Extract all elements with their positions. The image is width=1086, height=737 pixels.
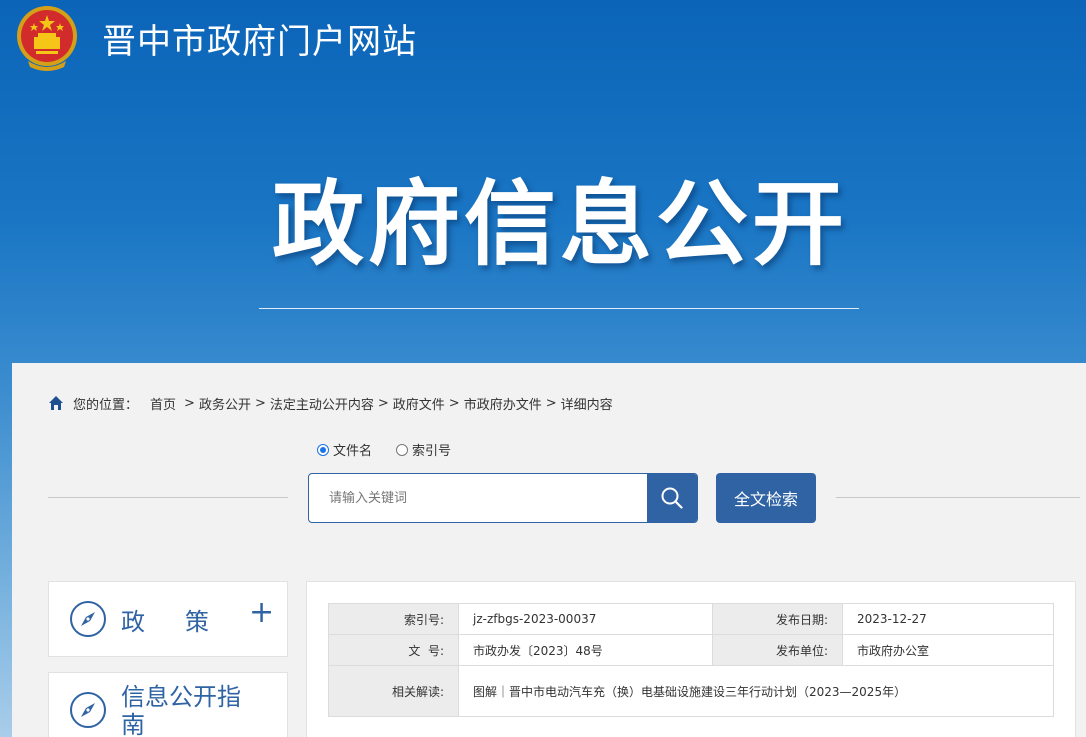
date-value: 2023-12-27 — [842, 603, 1054, 635]
search-type-radios: 文件名 索引号 — [317, 440, 475, 459]
breadcrumb-item-gov-docs[interactable]: 政府文件 — [393, 394, 445, 413]
breadcrumb-separator: > — [448, 395, 460, 411]
sidebar-item-label: 政策 — [121, 608, 249, 636]
date-label: 发布日期: — [712, 603, 843, 635]
unit-label: 发布单位: — [712, 634, 843, 666]
hero-divider — [259, 308, 859, 309]
table-row: 索引号: jz-zfbgs-2023-00037 发布日期: 2023-12-2… — [328, 603, 1054, 635]
fulltext-search-button[interactable]: 全文检索 — [716, 473, 816, 523]
breadcrumb-separator: > — [545, 395, 557, 411]
radio-filename[interactable]: 文件名 — [317, 440, 372, 459]
search-box — [308, 473, 698, 523]
sidebar-item-guide[interactable]: 信息公开指南 — [48, 672, 288, 737]
document-meta-table: 索引号: jz-zfbgs-2023-00037 发布日期: 2023-12-2… — [328, 603, 1054, 717]
compass-icon — [70, 601, 106, 637]
home-icon[interactable] — [48, 395, 64, 411]
breadcrumb: 您的位置： 首页 > 政务公开 > 法定主动公开内容 > 政府文件 > 市政府办… — [48, 394, 613, 413]
breadcrumb-separator: > — [184, 395, 195, 411]
expand-plus-icon[interactable]: + — [249, 598, 274, 628]
sidebar-item-policy[interactable]: 政策 + — [48, 581, 288, 657]
hero-title: 政府信息公开 — [271, 171, 848, 278]
index-value: jz-zfbgs-2023-00037 — [458, 603, 713, 635]
unit-value: 市政府办公室 — [842, 634, 1054, 666]
radio-index[interactable]: 索引号 — [396, 440, 451, 459]
sidebar-item-label: 信息公开指南 — [121, 683, 241, 737]
search-button[interactable] — [647, 474, 697, 522]
breadcrumb-item-home[interactable]: 首页 — [150, 394, 176, 413]
site-title[interactable]: 晋中市政府门户网站 — [102, 14, 417, 63]
table-row: 文 号: 市政办发〔2023〕48号 发布单位: 市政府办公室 — [328, 634, 1054, 666]
search-icon — [661, 487, 683, 509]
related-label: 相关解读: — [328, 665, 459, 717]
national-emblem-icon — [17, 6, 77, 71]
breadcrumb-item-statutory[interactable]: 法定主动公开内容 — [270, 394, 374, 413]
radio-filename-dot[interactable] — [317, 443, 329, 456]
table-row: 相关解读: 图解｜晋中市电动汽车充（换）电基础设施建设三年行动计划（2023—2… — [328, 665, 1054, 717]
breadcrumb-item-affairs[interactable]: 政务公开 — [199, 394, 251, 413]
search-input[interactable] — [309, 474, 647, 522]
docno-value: 市政办发〔2023〕48号 — [458, 634, 713, 666]
search-divider-right — [836, 497, 1080, 498]
related-link[interactable]: 图解｜晋中市电动汽车充（换）电基础设施建设三年行动计划（2023—2025年） — [458, 665, 1054, 717]
compass-icon — [70, 692, 106, 728]
breadcrumb-item-office-docs[interactable]: 市政府办文件 — [464, 394, 542, 413]
search-divider-left — [48, 497, 288, 498]
breadcrumb-item-detail: 详细内容 — [560, 397, 613, 413]
docno-label: 文 号: — [328, 634, 459, 666]
breadcrumb-prefix: 您的位置： — [73, 397, 139, 413]
radio-filename-label: 文件名 — [333, 444, 373, 459]
breadcrumb-separator: > — [377, 395, 389, 411]
index-label: 索引号: — [328, 603, 459, 635]
breadcrumb-separator: > — [254, 395, 266, 411]
radio-index-dot[interactable] — [396, 443, 409, 456]
radio-index-label: 索引号 — [412, 444, 452, 459]
